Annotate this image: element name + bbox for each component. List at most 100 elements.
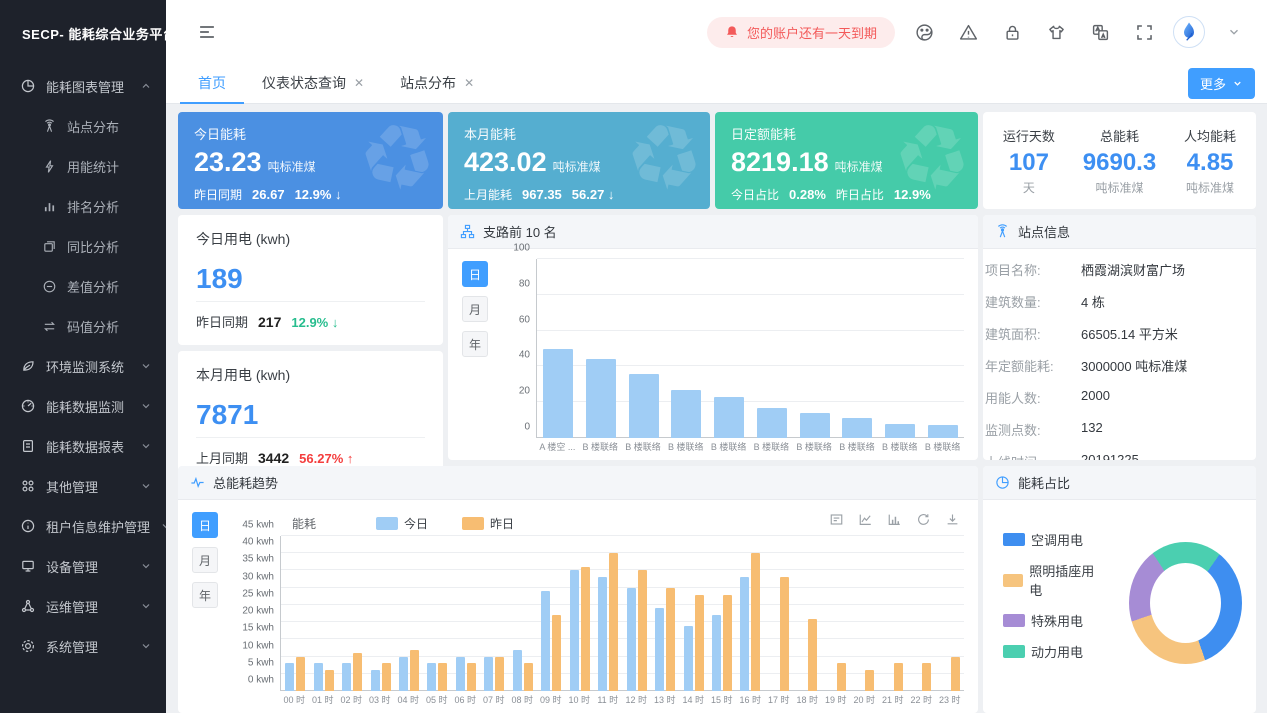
bar-group	[679, 536, 707, 691]
sidebar-group-其他管理[interactable]: 其他管理	[0, 466, 166, 506]
sidebar-group-运维管理[interactable]: 运维管理	[0, 586, 166, 626]
site-info-rows: 项目名称:栖霞湖滨财富广场建筑数量:4 栋建筑面积:66505.14 平方米年定…	[983, 249, 1256, 460]
swap-icon	[42, 319, 57, 334]
stat-card-sub-item: 12.9%	[894, 187, 931, 202]
tab-label: 首页	[198, 73, 226, 93]
sidebar-group-租户信息维护管理[interactable]: 租户信息维护管理	[0, 506, 166, 546]
pie-legend-item-空调用电[interactable]: 空调用电	[1003, 530, 1101, 549]
period-tab-年[interactable]: 年	[192, 582, 218, 608]
legend-item-今日[interactable]: 今日	[376, 515, 428, 532]
stat-card-subrow: 昨日同期26.6712.9% ↓	[194, 186, 427, 203]
sidebar-group-label: 能耗数据监测	[46, 397, 130, 416]
site-info-row: 年定额能耗:3000000 吨标准煤	[985, 349, 1254, 381]
site-info-label: 项目名称:	[985, 260, 1081, 279]
period-tab-日[interactable]: 日	[192, 512, 218, 538]
sidebar-group-能耗图表管理[interactable]: 能耗图表管理	[0, 66, 166, 106]
sidebar-item-码值分析[interactable]: 码值分析	[0, 306, 166, 346]
energy-share-panel: 能耗占比 空调用电照明插座用电特殊用电动力用电	[983, 466, 1256, 713]
data-view-icon[interactable]	[829, 512, 844, 527]
site-info-row: 项目名称:栖霞湖滨财富广场	[985, 253, 1254, 285]
bar-昨日	[808, 619, 817, 691]
period-tab-月[interactable]: 月	[462, 296, 488, 322]
bar-今日	[399, 657, 408, 691]
bar-group	[708, 536, 736, 691]
period-tab-月[interactable]: 月	[192, 547, 218, 573]
info-icon	[20, 518, 36, 534]
energy-share-title: 能耗占比	[1018, 473, 1070, 492]
summary-value: 9690.3	[1083, 149, 1156, 177]
chevron-down-icon	[1232, 78, 1243, 89]
translate-icon[interactable]	[1085, 17, 1115, 47]
energy-share-donut	[1129, 542, 1242, 664]
user-avatar[interactable]	[1173, 16, 1205, 48]
bar-group	[935, 536, 963, 691]
tab-仪表状态查询[interactable]: 仪表状态查询✕	[244, 64, 382, 104]
period-tab-年[interactable]: 年	[462, 331, 488, 357]
legend-swatch	[1003, 614, 1025, 627]
sidebar-group-label: 租户信息维护管理	[46, 517, 150, 536]
tab-close-icon[interactable]: ✕	[354, 76, 364, 90]
sidebar-group-环境监测系统[interactable]: 环境监测系统	[0, 346, 166, 386]
x-tick-label: 22 时	[907, 693, 936, 706]
sidebar-item-label: 差值分析	[67, 277, 152, 296]
site-info-value: 132	[1081, 420, 1103, 439]
sidebar-item-排名分析[interactable]: 排名分析	[0, 186, 166, 226]
pie-legend-item-动力用电[interactable]: 动力用电	[1003, 642, 1101, 661]
bar-今日	[456, 657, 465, 691]
account-expiry-alert[interactable]: 您的账户还有一天到期	[707, 17, 895, 48]
legend-item-昨日[interactable]: 昨日	[462, 515, 514, 532]
stat-card-subrow: 上月能耗967.3556.27 ↓	[464, 186, 694, 203]
sidebar-group-能耗数据监测[interactable]: 能耗数据监测	[0, 386, 166, 426]
site-info-value: 66505.14 平方米	[1081, 324, 1178, 343]
data-view-icon	[829, 512, 844, 527]
bar-昨日	[353, 653, 362, 691]
more-button[interactable]: 更多	[1188, 68, 1255, 99]
pie-legend-item-特殊用电[interactable]: 特殊用电	[1003, 611, 1101, 630]
bar-昨日	[410, 650, 419, 691]
today-power-card: 今日用电 (kwh) 189 昨日同期 217 12.9% ↓	[178, 215, 443, 345]
branch-panel-title: 支路前 10 名	[483, 222, 557, 241]
line-chart-icon[interactable]	[858, 512, 873, 527]
period-tab-日[interactable]: 日	[462, 261, 488, 287]
tab-站点分布[interactable]: 站点分布✕	[382, 64, 492, 104]
y-tick-label: 40	[519, 350, 530, 361]
bar-昨日	[552, 615, 561, 691]
x-tick-label: 12 时	[622, 693, 651, 706]
y-tick-label: 100	[513, 243, 530, 254]
sidebar-group-能耗数据报表[interactable]: 能耗数据报表	[0, 426, 166, 466]
bar-昨日	[382, 663, 391, 691]
collapse-menu-icon[interactable]	[192, 17, 222, 47]
user-menu-chevron-icon[interactable]	[1219, 17, 1249, 47]
refresh-icon[interactable]	[916, 512, 931, 527]
bar-今日	[740, 577, 749, 691]
tab-首页[interactable]: 首页	[180, 64, 244, 104]
theme-palette-icon[interactable]	[909, 17, 939, 47]
sidebar-group-设备管理[interactable]: 设备管理	[0, 546, 166, 586]
bar-group	[309, 536, 337, 691]
sidebar-item-差值分析[interactable]: 差值分析	[0, 266, 166, 306]
bar-今日	[655, 608, 664, 691]
bar-能耗	[842, 418, 872, 438]
x-tick-label: 14 时	[679, 693, 708, 706]
site-info-label: 建筑数量:	[985, 292, 1081, 311]
lock-icon[interactable]	[997, 17, 1027, 47]
skin-shirt-icon[interactable]	[1041, 17, 1071, 47]
sidebar-item-同比分析[interactable]: 同比分析	[0, 226, 166, 266]
month-power-card: 本月用电 (kwh) 7871 上月同期 3442 56.27% ↑	[178, 351, 443, 481]
fullscreen-icon[interactable]	[1129, 17, 1159, 47]
download-icon[interactable]	[945, 512, 960, 527]
sidebar-group-系统管理[interactable]: 系统管理	[0, 626, 166, 666]
bar-group	[566, 536, 594, 691]
sidebar-item-用能统计[interactable]: 用能统计	[0, 146, 166, 186]
pie-legend-item-照明插座用电[interactable]: 照明插座用电	[1003, 561, 1101, 599]
copy-icon	[42, 239, 57, 254]
antenna-icon	[42, 119, 57, 134]
x-tick-label: 04 时	[394, 693, 423, 706]
warning-icon[interactable]	[953, 17, 983, 47]
chevron-down-icon	[140, 640, 152, 652]
tab-close-icon[interactable]: ✕	[464, 76, 474, 90]
bar-昨日	[780, 577, 789, 691]
sidebar-item-站点分布[interactable]: 站点分布	[0, 106, 166, 146]
bar-chart-icon[interactable]	[887, 512, 902, 527]
x-axis-labels: A 楼空 ...B 楼联络B 楼联络B 楼联络B 楼联络B 楼联络B 楼联络B …	[498, 438, 964, 454]
